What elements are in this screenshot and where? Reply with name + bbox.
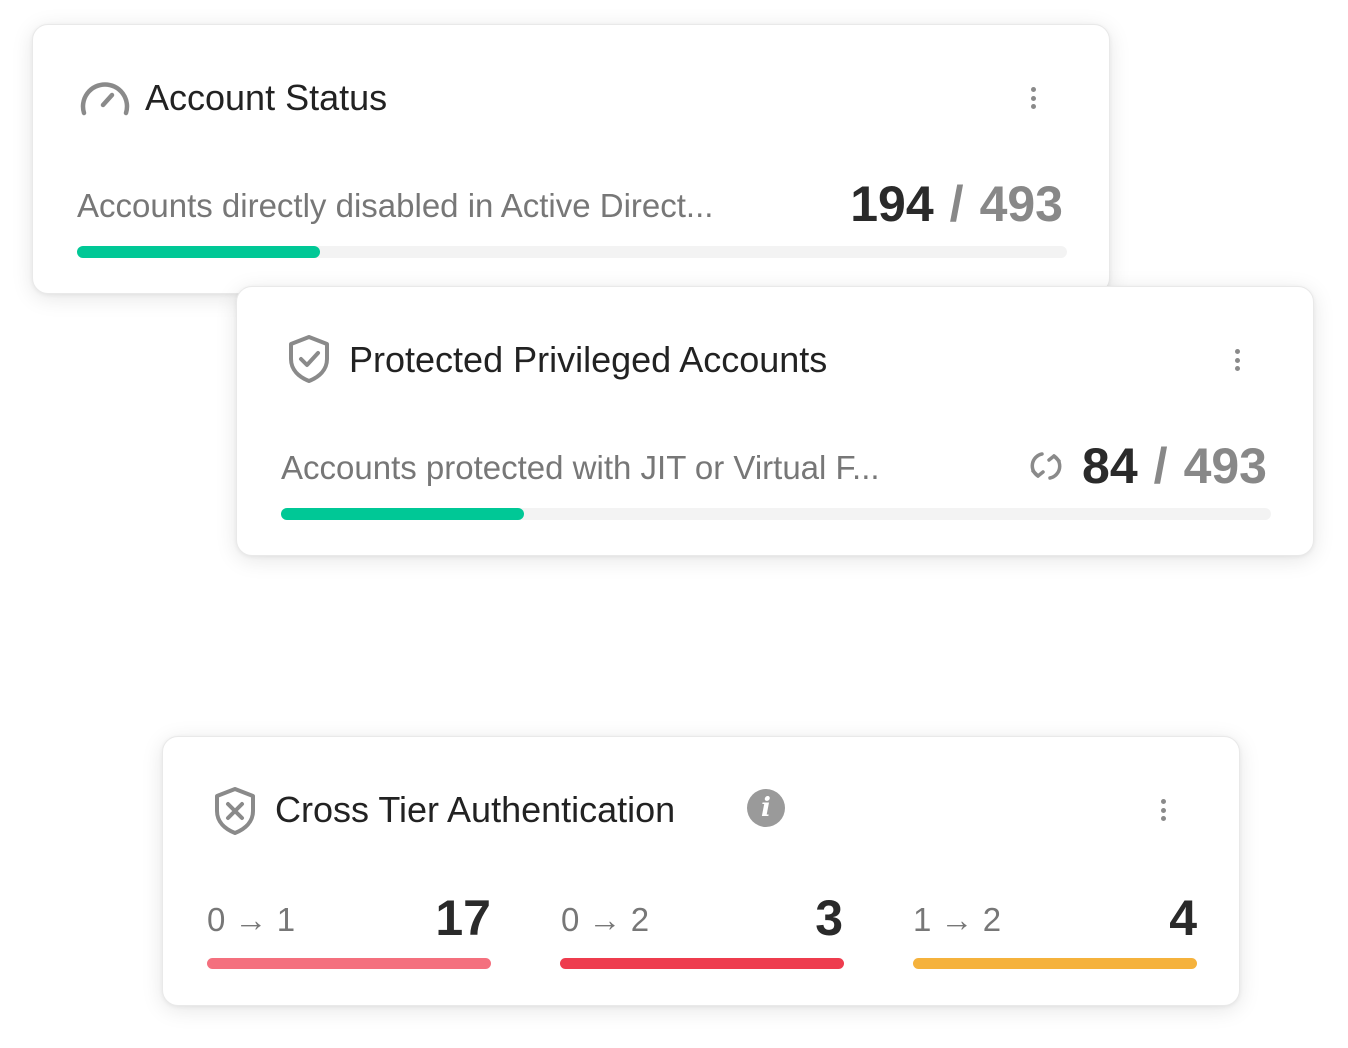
- shield-cross-icon: [215, 787, 255, 835]
- metric-total: 493: [1183, 438, 1267, 494]
- tier-label: 1 → 2: [913, 901, 1002, 938]
- progress-fill: [281, 508, 524, 520]
- metric-count: 194 / 493: [850, 175, 1063, 233]
- metric-value: 84: [1082, 438, 1138, 494]
- metric-description: Accounts directly disabled in Active Dir…: [77, 187, 714, 224]
- metric-count: 84 / 493: [1028, 437, 1267, 495]
- tier-label: 0 → 2: [561, 901, 650, 938]
- tier-bar: [207, 958, 491, 969]
- progress-fill: [77, 246, 320, 258]
- tier-value: 17: [435, 890, 491, 946]
- tier-value: 3: [815, 890, 843, 946]
- tier-label: 0 → 1: [207, 901, 296, 938]
- metric-separator: /: [1153, 438, 1168, 494]
- account-status-card: Account Status Accounts directly disable…: [32, 24, 1110, 294]
- speedometer-icon: [80, 82, 130, 116]
- more-options-icon[interactable]: [1153, 795, 1173, 825]
- cross-tier-card: Cross Tier Authentication i 0 → 1 17 0 →…: [162, 736, 1240, 1006]
- card-title: Cross Tier Authentication: [275, 789, 676, 830]
- shield-check-icon: [289, 335, 329, 383]
- metric-separator: /: [949, 176, 964, 232]
- more-options-icon[interactable]: [1023, 83, 1043, 113]
- tier-bar: [913, 958, 1197, 969]
- more-options-icon[interactable]: [1227, 345, 1247, 375]
- card-title: Protected Privileged Accounts: [349, 339, 828, 380]
- sync-icon[interactable]: [1028, 448, 1064, 484]
- card-title: Account Status: [145, 77, 388, 118]
- tier-value: 4: [1169, 890, 1197, 946]
- metric-total: 493: [979, 176, 1063, 232]
- metric-value: 194: [850, 176, 934, 232]
- protected-privileged-card: Protected Privileged Accounts Accounts p…: [236, 286, 1314, 556]
- metric-description: Accounts protected with JIT or Virtual F…: [281, 449, 880, 486]
- tier-bar: [560, 958, 844, 969]
- info-icon[interactable]: i: [747, 789, 785, 827]
